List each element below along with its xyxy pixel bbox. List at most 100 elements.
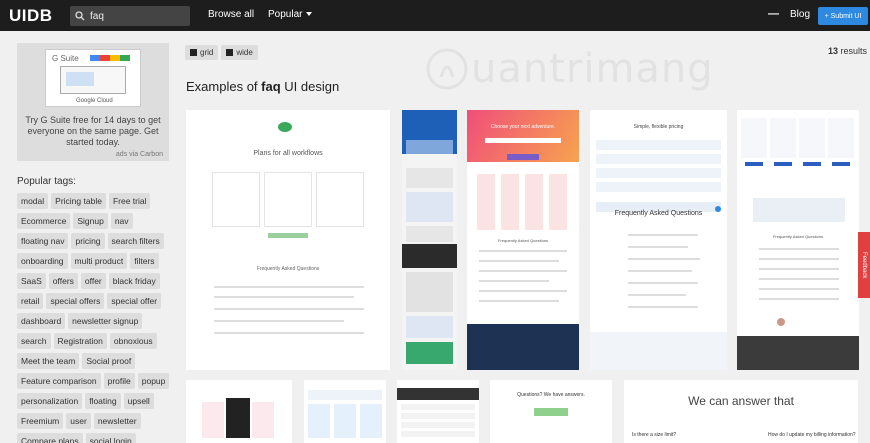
tag[interactable]: SaaS — [17, 273, 46, 289]
tag[interactable]: retail — [17, 293, 44, 309]
t5-avatar — [777, 318, 785, 326]
results-count: 13 results — [828, 46, 867, 56]
t3-line-5 — [479, 290, 567, 292]
t2-green — [406, 342, 453, 364]
t5-line-2 — [759, 258, 839, 260]
nav-popular[interactable]: Popular — [268, 9, 313, 20]
t2-dark — [402, 244, 457, 268]
tag[interactable]: Pricing table — [51, 193, 106, 209]
tag[interactable]: black friday — [108, 273, 160, 289]
tag[interactable]: Free trial — [108, 193, 151, 209]
t5-compare — [753, 198, 845, 222]
t5-buttons — [745, 162, 853, 166]
tag[interactable]: pricing — [71, 233, 105, 249]
tag[interactable]: upsell — [123, 393, 154, 409]
tag[interactable]: special offer — [107, 293, 162, 309]
design-card-9[interactable]: Questions? We have answers. — [490, 380, 612, 443]
tag[interactable]: Ecommerce — [17, 213, 71, 229]
search-box[interactable] — [70, 6, 190, 26]
t4-line-4 — [628, 270, 692, 272]
tag[interactable]: floating nav — [17, 233, 69, 249]
design-card-4[interactable]: Simple, flexible pricing Frequently Aske… — [590, 110, 727, 370]
t3-line-2 — [479, 260, 559, 262]
design-card-10[interactable]: We can answer that Is there a size limit… — [624, 380, 858, 443]
t3-line-6 — [479, 300, 559, 302]
design-card-5[interactable]: Frequently Asked Questions — [737, 110, 859, 370]
results-label: results — [840, 46, 867, 56]
wide-view-button[interactable]: wide — [221, 45, 258, 60]
wide-icon — [226, 49, 234, 56]
b2-table — [308, 404, 382, 438]
t1-line-5 — [214, 332, 364, 334]
results-number: 13 — [827, 46, 838, 56]
tag[interactable]: newsletter — [93, 413, 141, 429]
tag[interactable]: offers — [48, 273, 78, 289]
ad-box[interactable]: G Suite Google Cloud Try G Suite free fo… — [17, 43, 169, 161]
tag[interactable]: dashboard — [17, 313, 66, 329]
tag[interactable]: user — [66, 413, 91, 429]
grid-view-button[interactable]: grid — [185, 45, 219, 60]
t1-faq: Frequently Asked Questions — [256, 266, 320, 272]
t3-title: Choose your next adventure. — [490, 124, 556, 130]
watermark-text: uantrimang — [471, 46, 714, 92]
ad-via[interactable]: ads via Carbon — [17, 151, 169, 158]
tag[interactable]: personalization — [17, 393, 83, 409]
t4-line-7 — [628, 306, 698, 308]
b5-title: We can answer that — [688, 394, 794, 408]
t2-block-3 — [406, 226, 453, 242]
tag[interactable]: Social proof — [82, 353, 136, 369]
menu-dash[interactable]: — — [768, 8, 779, 20]
design-card-7[interactable] — [304, 380, 386, 443]
t5-footer — [737, 336, 859, 370]
tag[interactable]: multi product — [70, 253, 128, 269]
t1-line-1 — [214, 286, 364, 288]
tag[interactable]: special offers — [46, 293, 105, 309]
b1-pink — [202, 402, 224, 438]
nav-browse-all[interactable]: Browse all — [208, 9, 254, 20]
chevron-down-icon — [306, 12, 313, 17]
tag[interactable]: popup — [137, 373, 170, 389]
tag[interactable]: onboarding — [17, 253, 68, 269]
tag[interactable]: modal — [17, 193, 49, 209]
tag[interactable]: social login — [85, 433, 136, 443]
tag[interactable]: Freemium — [17, 413, 64, 429]
ad-text[interactable]: Try G Suite free for 14 days to get ever… — [17, 115, 169, 148]
t5-plans — [741, 118, 855, 158]
t1-line-4 — [214, 320, 344, 322]
tag-list: modal Pricing table Free trial Ecommerce Sig… — [17, 193, 172, 443]
search-input[interactable] — [90, 10, 185, 22]
t3-line-1 — [479, 250, 567, 252]
tag[interactable]: Meet the team — [17, 353, 80, 369]
tag[interactable]: search — [17, 333, 51, 349]
nav-blog[interactable]: Blog — [790, 9, 810, 20]
tag[interactable]: obnoxious — [109, 333, 157, 349]
submit-ui-button[interactable]: + Submit UI — [818, 7, 868, 25]
tag[interactable]: Registration — [53, 333, 107, 349]
tag[interactable]: Feature comparison — [17, 373, 101, 389]
tag[interactable]: filters — [130, 253, 159, 269]
t5-line-5 — [759, 288, 839, 290]
tag[interactable]: search filters — [107, 233, 164, 249]
t3-button — [507, 154, 539, 160]
b2-header — [308, 390, 382, 400]
t5-line-6 — [759, 298, 839, 300]
tag[interactable]: newsletter signup — [68, 313, 143, 329]
title-suffix: UI design — [280, 79, 340, 94]
tag[interactable]: nav — [110, 213, 133, 229]
design-card-2[interactable] — [402, 110, 457, 370]
design-card-6[interactable] — [186, 380, 292, 443]
feedback-tab[interactable]: Feedback — [858, 232, 870, 298]
t4-line-5 — [628, 282, 698, 284]
ad-sublogo: Google Cloud — [76, 98, 113, 104]
grid-label: grid — [200, 48, 214, 57]
tag[interactable]: profile — [103, 373, 135, 389]
design-card-1[interactable]: Plans for all workflows Frequently Asked… — [186, 110, 390, 370]
design-card-3[interactable]: Choose your next adventure. Frequently A… — [467, 110, 579, 370]
tag[interactable]: floating — [85, 393, 121, 409]
ad-image: G Suite Google Cloud — [45, 49, 141, 107]
design-card-8[interactable] — [397, 380, 479, 443]
tag[interactable]: Compare plans — [17, 433, 83, 443]
logo[interactable]: UIDB — [9, 6, 53, 26]
tag[interactable]: Signup — [73, 213, 108, 229]
tag[interactable]: offer — [80, 273, 106, 289]
